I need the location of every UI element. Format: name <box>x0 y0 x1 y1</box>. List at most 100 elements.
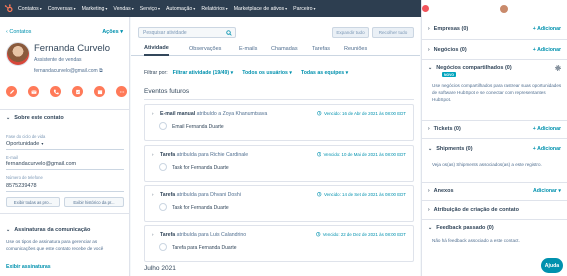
upgrade-icon[interactable] <box>422 5 429 12</box>
copy-icon[interactable]: ⧉ <box>99 68 103 74</box>
tab-emails[interactable]: E-mails <box>239 42 257 56</box>
filter-teams-dropdown[interactable]: Todas as equipes ▾ <box>301 70 348 76</box>
future-events-title: Eventos futuros <box>144 88 190 95</box>
nav-automacao[interactable]: Automação ▾ <box>166 6 195 12</box>
activity-search-input[interactable]: Pesquisar atividade <box>138 27 236 38</box>
contact-avatar[interactable] <box>6 42 30 66</box>
settings-gear-icon[interactable] <box>473 5 481 13</box>
chevron-right-icon: › <box>428 126 430 132</box>
notifications-bell-icon[interactable] <box>486 5 494 13</box>
deals-section-toggle[interactable]: › Negócios (0) <box>428 47 467 53</box>
actions-dropdown[interactable]: Ações ▾ <box>102 29 123 35</box>
field-underline <box>6 149 124 150</box>
attachments-section-toggle[interactable]: › Anexos <box>428 188 454 194</box>
add-attachment-dropdown[interactable]: Adicionar ▾ <box>533 188 561 194</box>
chevron-right-icon[interactable]: › <box>152 192 154 197</box>
activity-card[interactable]: › Tarefa atribuída para Richie Cardinale… <box>144 145 414 182</box>
nav-contatos[interactable]: Contatos ▾ <box>18 6 42 12</box>
phone-field[interactable]: 8575239478 <box>6 183 37 189</box>
complete-task-checkbox[interactable] <box>159 163 167 171</box>
chevron-right-icon[interactable]: › <box>152 111 154 116</box>
expand-all-button[interactable]: Expandir tudo <box>332 27 369 38</box>
meeting-button[interactable] <box>94 86 105 97</box>
nav-marketplace[interactable]: Marketplace de ativos ▾ <box>234 6 287 12</box>
companies-section-toggle[interactable]: › Empresas (0) <box>428 26 468 32</box>
tab-atividade[interactable]: Atividade <box>144 42 169 56</box>
complete-task-checkbox[interactable] <box>159 203 167 211</box>
filter-activity-dropdown[interactable]: Filtrar atividade (19/49) ▾ <box>173 70 234 76</box>
help-button[interactable]: Ajuda <box>541 258 563 273</box>
tab-observacoes[interactable]: Observações <box>189 42 221 56</box>
user-avatar[interactable] <box>499 3 509 14</box>
nav-relatorios[interactable]: Relatórios ▾ <box>201 6 227 12</box>
tab-tarefas[interactable]: Tarefas <box>312 42 330 56</box>
divider <box>422 59 567 60</box>
activity-tabs: Atividade Observações E-mails Chamadas T… <box>131 42 420 56</box>
activity-due-date: Vencido: 22 de Dez de 2021 às 08:00 EDT <box>316 232 406 237</box>
tab-chamadas[interactable]: Chamadas <box>271 42 298 56</box>
collapse-all-button[interactable]: Recolher tudo <box>372 27 414 38</box>
chevron-right-icon[interactable]: › <box>152 232 154 237</box>
complete-task-checkbox[interactable] <box>159 243 167 251</box>
add-deal-button[interactable]: + Adicionar <box>533 47 561 53</box>
clock-icon <box>317 111 322 116</box>
marketplace-icon[interactable] <box>447 5 455 13</box>
activity-due-date: Vencido: 10 de Mai de 2021 às 08:00 EDT <box>317 152 406 157</box>
chevron-right-icon: › <box>428 207 430 213</box>
envelope-icon <box>30 89 37 94</box>
phone-icon[interactable] <box>434 5 442 13</box>
about-section-toggle[interactable]: ⌄ Sobre este contato <box>6 115 64 121</box>
filter-label: Filtrar por: <box>144 70 168 76</box>
filter-users-dropdown[interactable]: Todos os usuários ▾ <box>242 70 292 76</box>
divider <box>422 39 567 40</box>
email-field[interactable]: fernandacurvelo@gmail.com <box>6 161 76 167</box>
complete-task-checkbox[interactable] <box>159 122 167 130</box>
activity-card[interactable]: › E-mail manual atribuído a Zoya Khanumt… <box>144 104 414 141</box>
lifecycle-select[interactable]: Oportunidade ▾ <box>6 141 43 147</box>
attribution-section-toggle[interactable]: › Atribuição de criação de contato <box>428 207 519 213</box>
call-button[interactable] <box>50 86 61 97</box>
tab-reunioes[interactable]: Reuniões <box>344 42 367 56</box>
add-ticket-button[interactable]: + Adicionar <box>533 126 561 132</box>
email-button[interactable] <box>28 86 39 97</box>
view-property-history-button[interactable]: Exibir histórico da pr... <box>64 197 124 207</box>
contact-job-title[interactable]: Assistente de vendas <box>34 57 82 63</box>
task-button[interactable] <box>72 86 83 97</box>
view-all-properties-button[interactable]: Exibir todas as pro... <box>6 197 60 207</box>
contact-sidebar: ‹ Contatos Ações ▾ Fernanda Curvelo Assi… <box>0 17 130 276</box>
tickets-section-toggle[interactable]: › Tickets (0) <box>428 126 461 132</box>
add-company-button[interactable]: + Adicionar <box>533 26 561 32</box>
more-button[interactable] <box>116 86 127 97</box>
contact-name[interactable]: Fernanda Curvelo <box>34 43 110 54</box>
divider <box>0 213 129 214</box>
view-subscriptions-link[interactable]: Exibir assinaturas <box>6 264 51 270</box>
chevron-down-icon: ⌄ <box>428 225 433 231</box>
contact-email-text[interactable]: fernandacurvelo@gmail.com <box>34 68 98 74</box>
help-icon[interactable]: ? <box>460 5 468 13</box>
nav-conversas[interactable]: Conversas ▾ <box>48 6 76 12</box>
note-button[interactable] <box>6 86 17 97</box>
back-to-contacts-link[interactable]: ‹ Contatos <box>6 29 31 35</box>
nav-servico[interactable]: Serviço ▾ <box>140 6 160 12</box>
feedback-description: Não há feedback associado a este contact… <box>432 238 520 243</box>
hubspot-logo-icon[interactable] <box>4 4 13 13</box>
add-shipment-button[interactable]: + Adicionar <box>533 146 561 152</box>
activity-card[interactable]: › Tarefa atribuída para Luis Calandrino … <box>144 225 414 262</box>
search-icon[interactable] <box>226 29 232 36</box>
associations-sidebar: › Empresas (0) + Adicionar › Negócios (0) … <box>421 17 567 276</box>
activity-due-date: Vencido: 14 de Set de 2021 às 08:00 EDT <box>317 192 406 197</box>
chevron-right-icon[interactable]: › <box>152 152 154 157</box>
activity-due-date: Vencido: 16 de Abr de 2021 às 08:00 EDT <box>317 111 406 116</box>
clock-icon <box>317 192 322 197</box>
feedback-section-toggle[interactable]: ⌄ Feedback passado (0) <box>428 225 494 231</box>
nav-marketing[interactable]: Marketing ▾ <box>82 6 108 12</box>
subscriptions-section-toggle[interactable]: ⌄ Assinaturas da comunicação <box>6 227 90 233</box>
activity-card[interactable]: › Tarefa atribuída para Dhvani Doshi Ven… <box>144 185 414 222</box>
shared-deals-section-toggle[interactable]: ⌄ Negócios compartilhados (0) <box>428 65 512 71</box>
settings-gear-icon[interactable] <box>555 65 561 71</box>
nav-parceiro[interactable]: Parceiro ▾ <box>293 6 315 12</box>
shipments-section-toggle[interactable]: ⌄ Shipments (0) <box>428 146 473 152</box>
chevron-down-icon: ⌄ <box>428 65 433 71</box>
portal-name[interactable]: bigbytics.net <box>512 6 541 12</box>
nav-vendas[interactable]: Vendas ▾ <box>113 6 133 12</box>
